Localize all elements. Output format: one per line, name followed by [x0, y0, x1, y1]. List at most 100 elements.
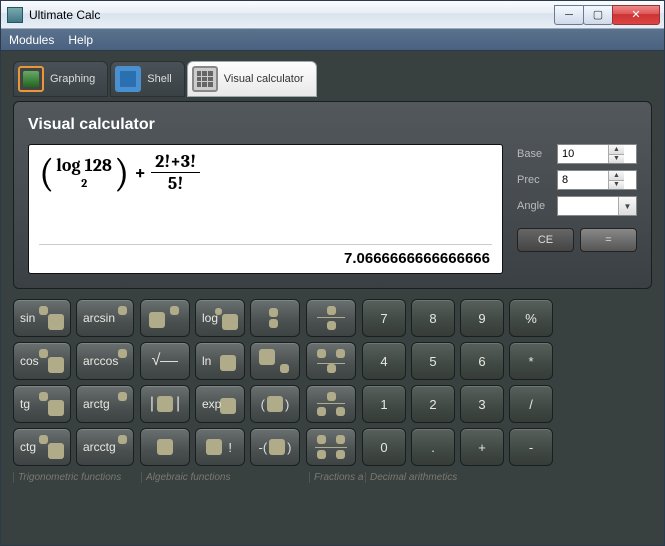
shell-icon	[115, 66, 141, 92]
key-minus[interactable]: -	[509, 428, 553, 466]
key-ln[interactable]: ln	[195, 342, 245, 380]
key-parens[interactable]: ()	[250, 385, 300, 423]
fraction-denominator: 5!	[164, 173, 187, 194]
key-7[interactable]: 7	[362, 299, 406, 337]
key-cos[interactable]: cos	[13, 342, 71, 380]
key-9[interactable]: 9	[460, 299, 504, 337]
key-5[interactable]: 5	[411, 342, 455, 380]
key-dot[interactable]: .	[411, 428, 455, 466]
key-0[interactable]: 0	[362, 428, 406, 466]
base-spinner[interactable]: ▲▼	[557, 144, 637, 164]
tab-graphing-label: Graphing	[50, 73, 95, 85]
algebra-group: log √ ln || exp () ! -()	[140, 299, 300, 466]
key-factorial[interactable]: !	[195, 428, 245, 466]
close-button[interactable]: ✕	[612, 5, 660, 25]
expression: ( log 128 2 ) + 2!+3! 5!	[39, 151, 492, 194]
tab-visual-label: Visual calculator	[224, 73, 304, 85]
key-abs[interactable]: ||	[140, 385, 190, 423]
label-dec: Decimal arithmetics	[365, 472, 652, 483]
key-frac-2[interactable]	[306, 342, 356, 380]
key-percent[interactable]: %	[509, 299, 553, 337]
key-4[interactable]: 4	[362, 342, 406, 380]
prec-up[interactable]: ▲	[608, 171, 624, 181]
result-divider	[39, 244, 492, 245]
key-subscript[interactable]	[250, 342, 300, 380]
angle-label: Angle	[517, 200, 551, 212]
key-8[interactable]: 8	[411, 299, 455, 337]
equals-button[interactable]: =	[580, 228, 637, 252]
tab-shell[interactable]: Shell	[110, 61, 184, 97]
menu-modules[interactable]: Modules	[9, 33, 54, 47]
keypad: sin arcsin cos arccos tg arctg ctg arcct…	[13, 299, 652, 466]
graphing-icon	[18, 66, 44, 92]
key-frac-1[interactable]	[306, 299, 356, 337]
chevron-down-icon[interactable]: ▼	[618, 197, 636, 215]
tab-shell-label: Shell	[147, 73, 171, 85]
base-input[interactable]	[558, 145, 608, 163]
settings-column: Base ▲▼ Prec ▲▼ Angle	[517, 144, 637, 274]
angle-value	[558, 197, 618, 215]
fraction-numerator: 2!+3!	[151, 151, 200, 173]
key-frac-4[interactable]	[306, 428, 356, 466]
prec-down[interactable]: ▼	[608, 181, 624, 190]
key-arcsin[interactable]: arcsin	[76, 299, 134, 337]
left-paren: (	[39, 153, 54, 193]
key-tg[interactable]: tg	[13, 385, 71, 423]
sqrt-icon: √	[152, 352, 161, 370]
label-alg: Algebraic functions	[141, 472, 309, 483]
tab-strip: Graphing Shell Visual calculator	[13, 61, 652, 97]
key-ctg[interactable]: ctg	[13, 428, 71, 466]
prec-spinner[interactable]: ▲▼	[557, 170, 637, 190]
app-window: Ultimate Calc ─ ▢ ✕ Modules Help Graphin…	[0, 0, 665, 546]
titlebar[interactable]: Ultimate Calc ─ ▢ ✕	[1, 1, 664, 29]
key-sin[interactable]: sin	[13, 299, 71, 337]
key-plus[interactable]: +	[460, 428, 504, 466]
menubar: Modules Help	[1, 29, 664, 51]
log-arg: 128	[85, 155, 112, 176]
log-base: 2	[81, 176, 87, 190]
key-1[interactable]: 1	[362, 385, 406, 423]
calculator-icon	[192, 66, 218, 92]
label-trig: Trigonometric functions	[13, 472, 141, 483]
prec-label: Prec	[517, 174, 551, 186]
window-title: Ultimate Calc	[29, 8, 555, 22]
prec-input[interactable]	[558, 171, 608, 189]
key-frac-3[interactable]	[306, 385, 356, 423]
key-sqrt[interactable]: √	[140, 342, 190, 380]
tab-graphing[interactable]: Graphing	[13, 61, 108, 97]
panel-title: Visual calculator	[28, 116, 637, 134]
label-frac: Fractions a	[309, 472, 365, 483]
clear-button[interactable]: CE	[517, 228, 574, 252]
app-icon	[7, 7, 23, 23]
base-label: Base	[517, 148, 551, 160]
group-labels: Trigonometric functions Algebraic functi…	[13, 472, 652, 483]
minimize-button[interactable]: ─	[554, 5, 584, 25]
menu-help[interactable]: Help	[68, 33, 93, 47]
key-multiply[interactable]: *	[509, 342, 553, 380]
key-division-dots[interactable]	[250, 299, 300, 337]
fractions-group	[306, 299, 356, 466]
key-3[interactable]: 3	[460, 385, 504, 423]
tab-visual-calculator[interactable]: Visual calculator	[187, 61, 317, 97]
log-label: log	[56, 155, 80, 176]
key-arccos[interactable]: arccos	[76, 342, 134, 380]
key-power[interactable]	[140, 299, 190, 337]
key-log[interactable]: log	[195, 299, 245, 337]
maximize-button[interactable]: ▢	[583, 5, 613, 25]
base-down[interactable]: ▼	[608, 155, 624, 164]
angle-combo[interactable]: ▼	[557, 196, 637, 216]
numeric-group: 7 8 9 % 4 5 6 * 1 2 3 / 0 . + -	[362, 299, 553, 466]
window-controls: ─ ▢ ✕	[555, 5, 660, 25]
right-paren: )	[114, 153, 129, 193]
key-arcctg[interactable]: arcctg	[76, 428, 134, 466]
key-exp[interactable]: exp	[195, 385, 245, 423]
expression-display[interactable]: ( log 128 2 ) + 2!+3! 5! 7.066666666	[28, 144, 503, 274]
key-arctg[interactable]: arctg	[76, 385, 134, 423]
base-up[interactable]: ▲	[608, 145, 624, 155]
calculator-panel: Visual calculator ( log 128 2 ) + 2!+3! …	[13, 101, 652, 289]
key-placeholder[interactable]	[140, 428, 190, 466]
key-divide[interactable]: /	[509, 385, 553, 423]
key-neg-paren[interactable]: -()	[250, 428, 300, 466]
key-6[interactable]: 6	[460, 342, 504, 380]
key-2[interactable]: 2	[411, 385, 455, 423]
